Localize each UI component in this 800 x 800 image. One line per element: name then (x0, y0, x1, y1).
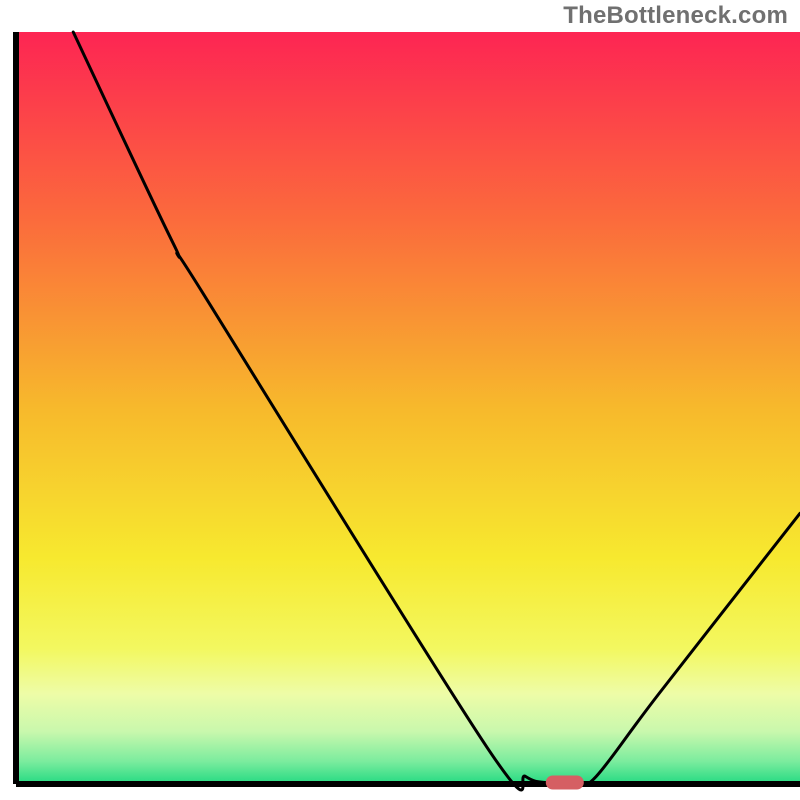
optimal-marker (546, 775, 584, 789)
watermark-text: TheBottleneck.com (563, 2, 788, 30)
chart-container: { "watermark": "TheBottleneck.com", "cha… (0, 0, 800, 800)
gradient-background (16, 32, 800, 784)
bottleneck-chart (0, 0, 800, 800)
